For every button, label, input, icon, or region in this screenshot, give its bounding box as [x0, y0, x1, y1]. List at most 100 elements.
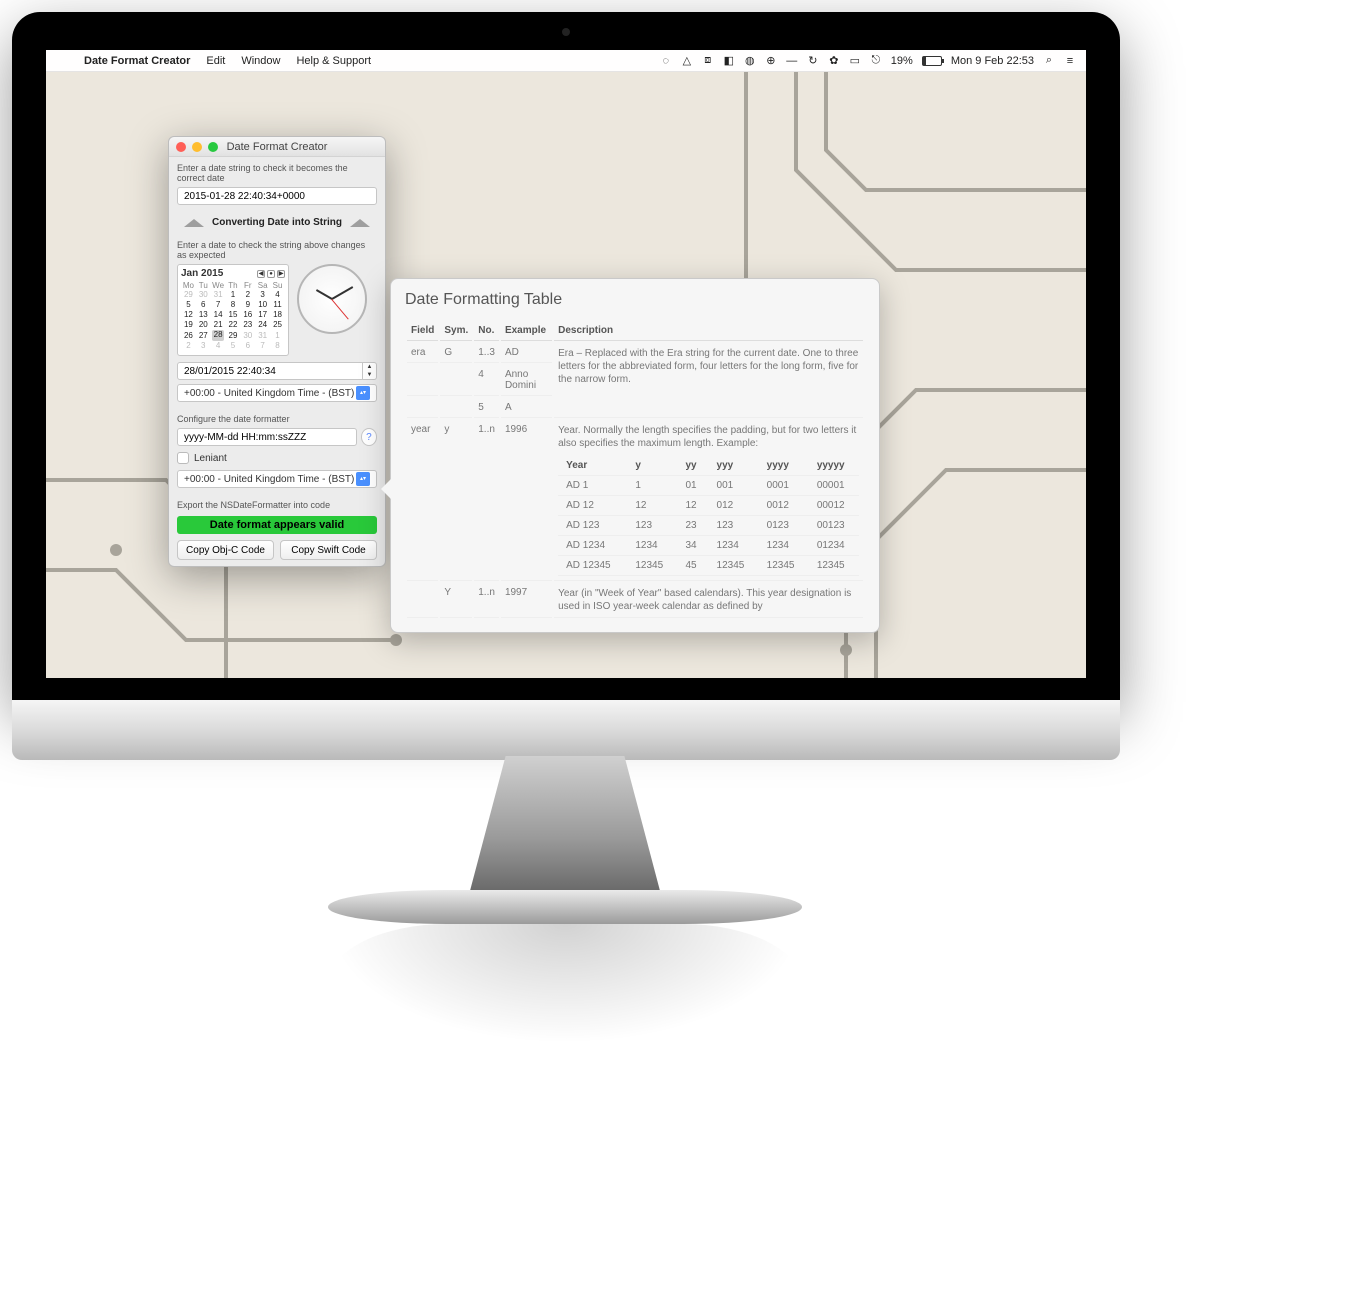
calendar-day[interactable]: 31 — [255, 330, 270, 341]
cell-description: Year (in "Week of Year" based calendars)… — [554, 583, 863, 618]
calendar-prev-button[interactable]: ◀ — [257, 270, 265, 278]
calendar-day[interactable]: 11 — [270, 300, 285, 310]
calendar-day[interactable]: 1 — [270, 330, 285, 341]
copy-objc-button[interactable]: Copy Obj-C Code — [177, 540, 274, 560]
calendar-day[interactable]: 18 — [270, 310, 285, 320]
cell-sym — [440, 365, 472, 396]
menubar-extra-icon-3[interactable]: — — [786, 55, 798, 67]
cell-no: 1..3 — [474, 343, 499, 363]
lenient-checkbox[interactable] — [177, 452, 189, 464]
calendar-day[interactable]: 21 — [211, 320, 226, 330]
calendar-day[interactable]: 9 — [240, 300, 255, 310]
calendar-day[interactable]: 30 — [196, 290, 211, 300]
calendar-day[interactable]: 8 — [270, 341, 285, 351]
calendar-today-button[interactable]: ● — [267, 270, 275, 278]
popover-title: Date Formatting Table — [405, 291, 865, 309]
menubar-gear-icon[interactable]: ✿ — [828, 55, 840, 67]
calendar-day[interactable]: 3 — [255, 290, 270, 300]
menubar-display-icon[interactable]: ▭ — [849, 55, 861, 67]
calendar-day[interactable]: 2 — [181, 341, 196, 351]
check-string-input[interactable] — [177, 187, 377, 205]
calendar-day[interactable]: 12 — [181, 310, 196, 320]
menubar-extra-icon[interactable]: ◧ — [723, 55, 735, 67]
calendar-day[interactable]: 16 — [240, 310, 255, 320]
calendar-next-button[interactable]: ▶ — [277, 270, 285, 278]
calendar-day[interactable]: 13 — [196, 310, 211, 320]
calendar-day[interactable]: 25 — [270, 320, 285, 330]
menubar-datetime[interactable]: Mon 9 Feb 22:53 — [951, 55, 1034, 67]
apple-menu-icon[interactable] — [56, 55, 68, 67]
calendar-day[interactable]: 7 — [255, 341, 270, 351]
calendar-day[interactable]: 4 — [270, 290, 285, 300]
calendar-day[interactable]: 28 — [211, 330, 226, 341]
calendar-day[interactable]: 31 — [211, 290, 226, 300]
formatting-table-popover: Date Formatting Table Field Sym. No. Exa… — [390, 278, 880, 633]
calendar-day[interactable]: 19 — [181, 320, 196, 330]
calendar-day[interactable]: 3 — [196, 341, 211, 351]
cell-no: 1..n — [474, 583, 499, 618]
menubar-cloud-icon-2[interactable]: △ — [681, 55, 693, 67]
calendar-day[interactable]: 22 — [226, 320, 241, 330]
export-label: Export the NSDateFormatter into code — [177, 500, 377, 510]
lenient-label: Leniant — [194, 453, 227, 464]
date-value-field[interactable] — [177, 362, 363, 380]
calendar-day[interactable]: 30 — [240, 330, 255, 341]
calendar-day[interactable]: 5 — [226, 341, 241, 351]
notification-center-icon[interactable]: ≡ — [1064, 55, 1076, 67]
calendar-day[interactable]: 8 — [226, 300, 241, 310]
menubar-sync-icon[interactable]: ↻ — [807, 55, 819, 67]
spotlight-icon[interactable]: ⌕ — [1043, 55, 1055, 67]
cell-example: 1997 — [501, 583, 552, 618]
format-help-button[interactable]: ? — [361, 428, 377, 446]
configure-label: Configure the date formatter — [177, 414, 377, 424]
menubar: Date Format Creator Edit Window Help & S… — [46, 50, 1086, 72]
battery-icon[interactable] — [922, 56, 942, 66]
calendar-day[interactable]: 20 — [196, 320, 211, 330]
year-subtable: YearyyyyyyyyyyyyyyyAD 1101001000100001AD… — [558, 456, 859, 576]
calendar-day[interactable]: 5 — [181, 300, 196, 310]
date-stepper[interactable]: ▲▼ — [363, 362, 377, 380]
calendar-day[interactable]: 14 — [211, 310, 226, 320]
validation-status: Date format appears valid — [177, 516, 377, 534]
calendar-day[interactable]: 29 — [181, 290, 196, 300]
cell-sym — [440, 398, 472, 418]
menubar-globe-icon[interactable]: ⊕ — [765, 55, 777, 67]
col-no: No. — [474, 321, 499, 341]
menubar-extra-icon-2[interactable]: ◍ — [744, 55, 756, 67]
copy-swift-button[interactable]: Copy Swift Code — [280, 540, 377, 560]
battery-percentage: 19% — [891, 55, 913, 67]
timezone-select-2[interactable]: +00:00 - United Kingdom Time - (BST) ▴▾ — [177, 470, 377, 488]
cell-sym: Y — [440, 583, 472, 618]
calendar-day[interactable]: 29 — [226, 330, 241, 341]
check-string-label: Enter a date string to check it becomes … — [177, 163, 377, 183]
cell-sym: G — [440, 343, 472, 363]
enter-date-label: Enter a date to check the string above c… — [177, 240, 377, 260]
date-picker-calendar[interactable]: Jan 2015 ◀ ● ▶ MoTuWeThFrSaSu29303112345… — [177, 264, 289, 356]
menubar-wifi-icon[interactable]: ⎋ — [870, 55, 882, 67]
calendar-day[interactable]: 7 — [211, 300, 226, 310]
window-titlebar[interactable]: Date Format Creator — [169, 137, 385, 157]
calendar-day[interactable]: 6 — [240, 341, 255, 351]
menu-help[interactable]: Help & Support — [296, 55, 371, 67]
calendar-day[interactable]: 1 — [226, 290, 241, 300]
calendar-day[interactable]: 10 — [255, 300, 270, 310]
calendar-day[interactable]: 26 — [181, 330, 196, 341]
calendar-day[interactable]: 17 — [255, 310, 270, 320]
menu-window[interactable]: Window — [241, 55, 280, 67]
app-name[interactable]: Date Format Creator — [84, 55, 190, 67]
calendar-day[interactable]: 15 — [226, 310, 241, 320]
calendar-day[interactable]: 27 — [196, 330, 211, 341]
menu-edit[interactable]: Edit — [206, 55, 225, 67]
menubar-cloud-icon[interactable]: ◌ — [660, 55, 672, 67]
calendar-day[interactable]: 24 — [255, 320, 270, 330]
menubar-dropbox-icon[interactable]: ⧈ — [702, 55, 714, 67]
format-string-input[interactable] — [177, 428, 357, 446]
chevron-down-icon: ▴▾ — [356, 386, 370, 400]
timezone-select-1[interactable]: +00:00 - United Kingdom Time - (BST) ▴▾ — [177, 384, 377, 402]
calendar-day[interactable]: 2 — [240, 290, 255, 300]
cell-no: 1..n — [474, 420, 499, 581]
calendar-day[interactable]: 4 — [211, 341, 226, 351]
time-picker-clock[interactable] — [297, 264, 367, 334]
calendar-day[interactable]: 23 — [240, 320, 255, 330]
calendar-day[interactable]: 6 — [196, 300, 211, 310]
